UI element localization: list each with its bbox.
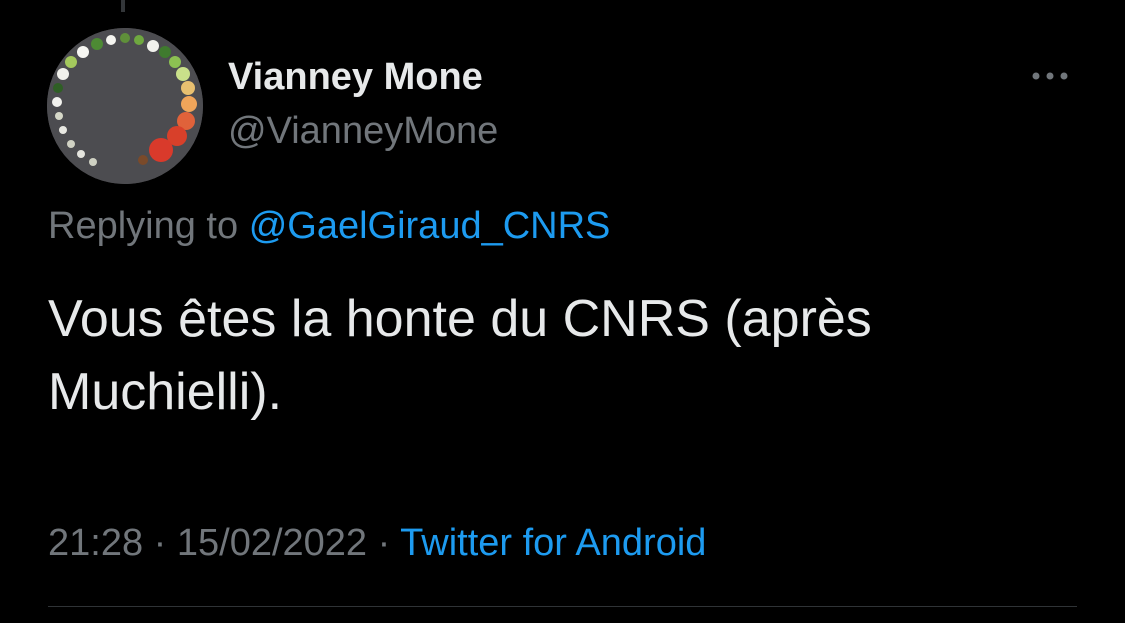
divider bbox=[48, 606, 1077, 607]
tweet-time[interactable]: 21:28 bbox=[48, 522, 143, 564]
avatar-image bbox=[47, 28, 203, 184]
replying-to-prefix: Replying to bbox=[48, 205, 239, 247]
replying-to: Replying to @GaelGiraud_CNRS bbox=[48, 205, 610, 248]
tweet-meta: 21:28 · 15/02/2022 · Twitter for Android bbox=[48, 522, 706, 565]
tweet-date[interactable]: 15/02/2022 bbox=[177, 522, 367, 564]
tweet-source-link[interactable]: Twitter for Android bbox=[400, 522, 706, 564]
user-handle[interactable]: @VianneyMone bbox=[228, 110, 498, 153]
avatar[interactable] bbox=[47, 28, 203, 184]
replying-to-mention-link[interactable]: @GaelGiraud_CNRS bbox=[249, 205, 611, 247]
more-options-button[interactable] bbox=[1022, 60, 1078, 92]
more-horizontal-icon bbox=[1032, 72, 1068, 80]
meta-separator: · bbox=[153, 522, 167, 564]
meta-separator: · bbox=[377, 522, 391, 564]
thread-connector-line bbox=[121, 0, 125, 12]
tweet-text: Vous êtes la honte du CNRS (après Muchie… bbox=[48, 290, 872, 421]
display-name[interactable]: Vianney Mone bbox=[228, 56, 483, 99]
